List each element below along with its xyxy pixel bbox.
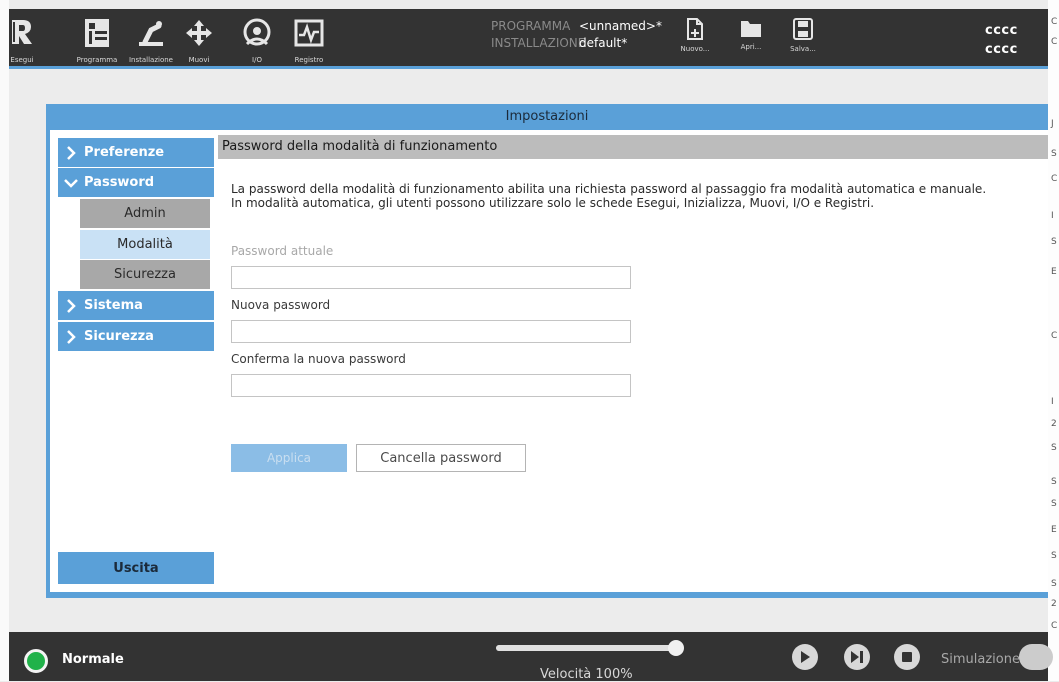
program-info: PROGRAMMA <unnamed>* INSTALLAZIONEdefault… <box>491 18 662 52</box>
tab-label: Muovi <box>188 56 210 64</box>
current-password-label: Password attuale <box>231 244 334 258</box>
sidebar-item-label: Preferenze <box>84 145 165 160</box>
move-icon <box>183 17 215 49</box>
step-icon <box>851 651 863 663</box>
save-icon <box>793 18 813 40</box>
speed-readout: Velocità 100% <box>540 667 633 682</box>
sidebar-subitem-admin[interactable]: Admin <box>80 199 210 228</box>
settings-sidebar: Preferenze Password Admin Modalità Sicur… <box>50 130 218 592</box>
tab-installazione[interactable]: Installazione <box>121 9 181 66</box>
tab-programma[interactable]: Programma <box>67 9 127 66</box>
sidebar-item-system[interactable]: Sistema <box>58 291 214 320</box>
save-file-button[interactable]: Salva... <box>783 18 823 66</box>
tab-esegui[interactable]: Esegui <box>9 9 35 66</box>
play-button[interactable] <box>792 644 818 670</box>
new-password-input[interactable] <box>231 320 631 343</box>
speed-slider-fill <box>496 645 676 651</box>
status-bar: Normale Velocità 100% Simulazione <box>9 632 1053 682</box>
sidebar-item-label: Sistema <box>84 298 143 313</box>
play-icon <box>801 651 810 663</box>
tab-label: Programma <box>76 56 118 64</box>
settings-title: Impostazioni <box>505 109 589 124</box>
tab-label: I/O <box>252 56 262 64</box>
installation-icon <box>135 17 167 49</box>
speed-slider[interactable] <box>496 640 684 656</box>
toolbar-accent-line <box>9 66 1048 69</box>
sidebar-item-label: Password <box>84 175 155 190</box>
log-icon <box>293 17 325 49</box>
program-value: <unnamed>* <box>579 19 662 33</box>
tab-registro[interactable]: Registro <box>289 9 329 66</box>
chevron-down-icon <box>58 168 84 197</box>
installation-value: default* <box>579 36 628 50</box>
sidebar-subitem-sicurezza[interactable]: Sicurezza <box>80 260 210 289</box>
folder-icon <box>741 21 761 37</box>
settings-content: Password della modalità di funzionamento… <box>218 130 1048 592</box>
stop-button[interactable] <box>894 644 920 670</box>
description: La password della modalità di funzioname… <box>231 182 1031 210</box>
step-button[interactable] <box>844 644 870 670</box>
tab-label: Esegui <box>10 56 34 64</box>
simulation-label: Simulazione <box>941 652 1020 667</box>
sidebar-item-password[interactable]: Password <box>58 168 214 197</box>
simulation-toggle[interactable] <box>1019 644 1053 670</box>
new-file-label: Nuovo... <box>680 45 710 53</box>
confirm-password-input[interactable] <box>231 374 631 397</box>
open-file-button[interactable]: Apri... <box>731 18 771 66</box>
chevron-right-icon <box>58 138 84 167</box>
section-title: Password della modalità di funzionamento <box>218 135 1048 159</box>
open-file-label: Apri... <box>740 43 762 51</box>
tab-label: Installazione <box>128 56 173 64</box>
sidebar-item-safety[interactable]: Sicurezza <box>58 322 214 351</box>
sidebar-item-preferences[interactable]: Preferenze <box>58 138 214 167</box>
current-password-input[interactable] <box>231 266 631 289</box>
new-password-label: Nuova password <box>231 298 331 312</box>
description-line-1: La password della modalità di funzioname… <box>231 182 987 196</box>
program-icon <box>81 17 113 49</box>
tab-label: Registro <box>294 56 324 64</box>
user-line-1: cccc <box>985 23 1018 38</box>
chevron-right-icon <box>58 322 84 351</box>
apply-button[interactable]: Applica <box>231 444 347 472</box>
sidebar-subitem-modalita[interactable]: Modalità <box>80 230 210 259</box>
clear-password-button[interactable]: Cancella password <box>356 444 526 472</box>
top-toolbar: Esegui Programma Installazione Muovi I/O… <box>9 9 1048 66</box>
description-line-2: In modalità automatica, gli utenti posso… <box>231 196 875 210</box>
new-file-icon <box>687 18 703 40</box>
sidebar-item-label: Sicurezza <box>84 329 154 344</box>
status-indicator[interactable] <box>24 649 48 673</box>
ur-logo-icon <box>9 17 35 49</box>
installation-key: INSTALLAZIONE <box>491 36 586 50</box>
settings-panel: Impostazioni Preferenze Password Admin M… <box>46 104 1048 598</box>
right-edge-strip: CCJSCISECI2SSSESS2C <box>1048 0 1059 681</box>
program-key: PROGRAMMA <box>491 19 571 33</box>
left-margin <box>0 0 9 681</box>
status-mode: Normale <box>62 652 124 667</box>
save-file-label: Salva... <box>790 45 816 53</box>
tab-muovi[interactable]: Muovi <box>179 9 219 66</box>
speed-slider-handle[interactable] <box>668 640 684 656</box>
user-line-2: cccc <box>985 42 1018 57</box>
user-tag[interactable]: cccc cccc <box>985 21 1018 59</box>
chevron-right-icon <box>58 291 84 320</box>
new-file-button[interactable]: Nuovo... <box>675 18 715 66</box>
stop-icon <box>902 652 912 662</box>
exit-button[interactable]: Uscita <box>58 552 214 584</box>
tab-io[interactable]: I/O <box>237 9 277 66</box>
confirm-password-label: Conferma la nuova password <box>231 352 406 366</box>
io-icon <box>241 17 273 49</box>
